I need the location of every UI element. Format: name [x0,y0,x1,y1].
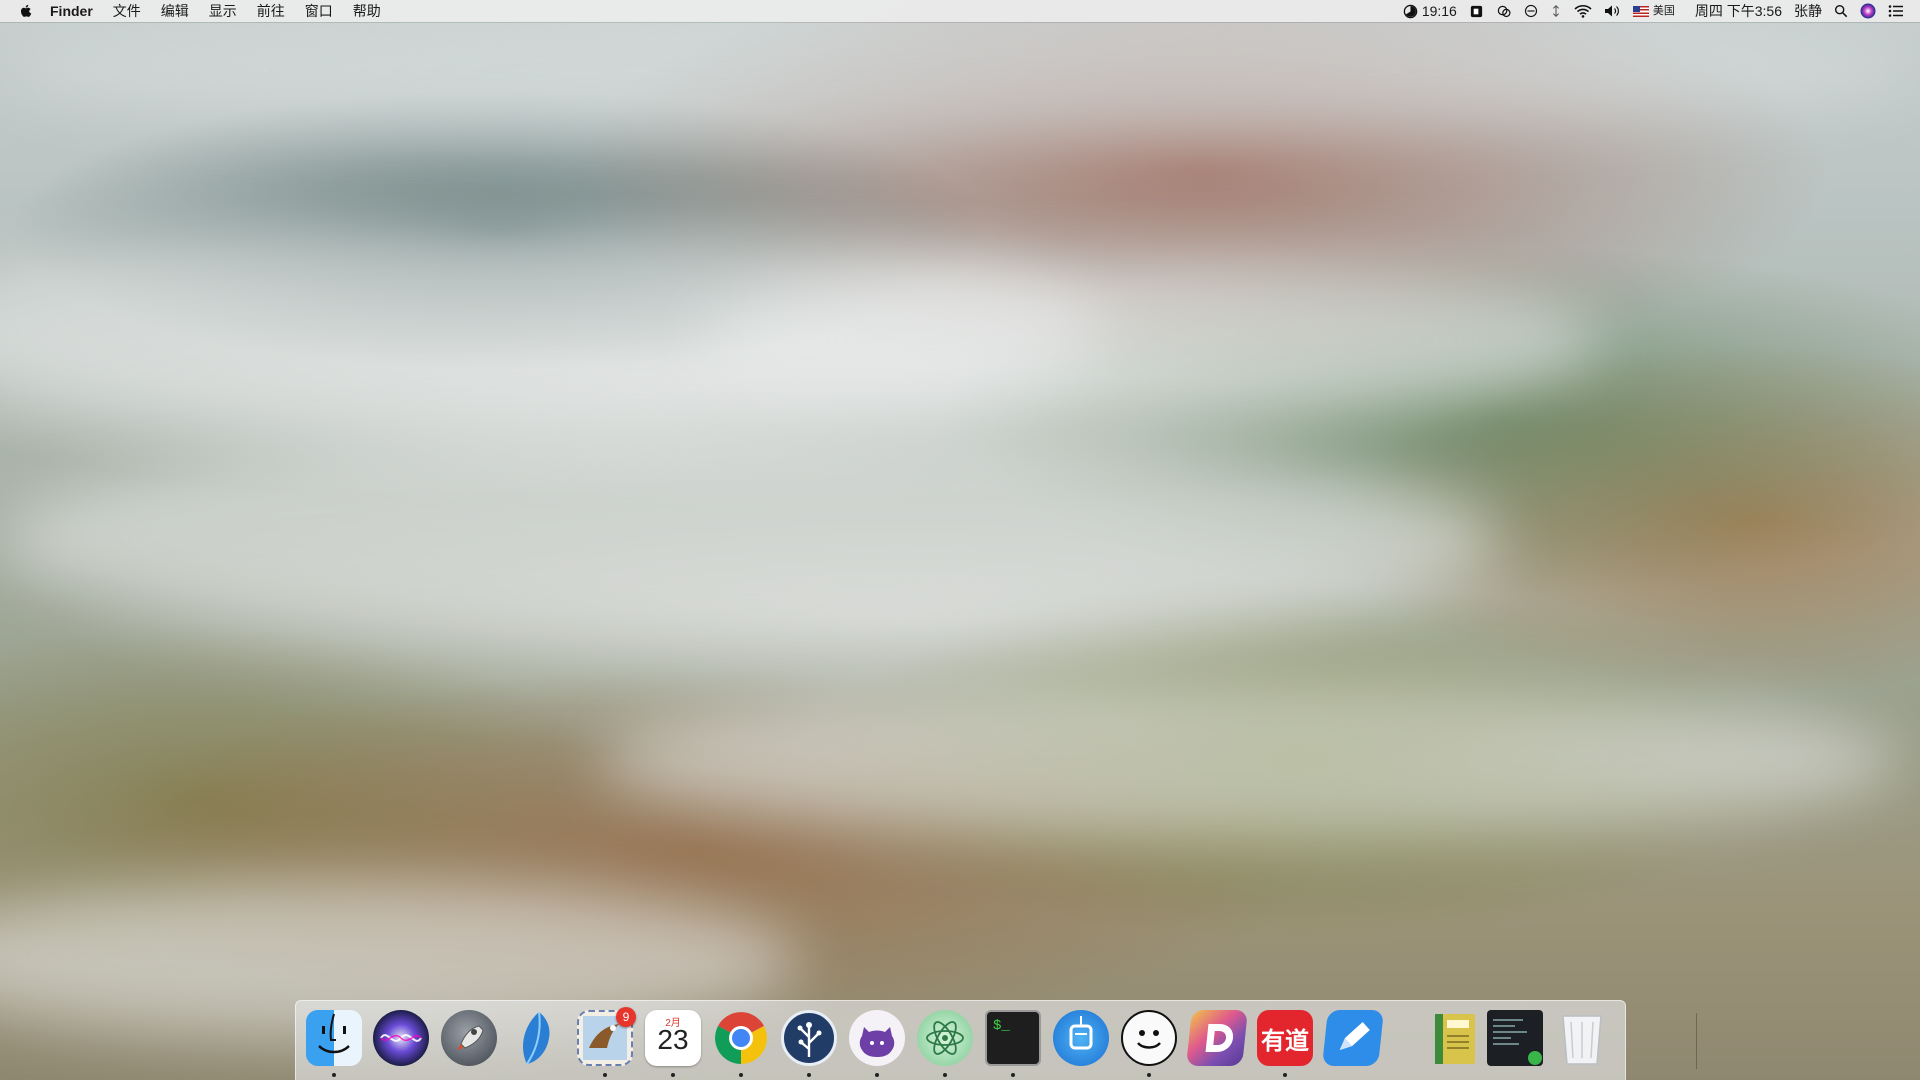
dock-item-sourcetree[interactable] [781,1010,837,1066]
status-clock-time: 19:16 [1421,3,1457,19]
status-clock-app[interactable]: 19:16 [1397,0,1463,22]
status-user[interactable]: 张静 [1788,0,1828,22]
lantern-icon [1069,1016,1093,1050]
notebook-icon [1435,1014,1475,1064]
status-datetime[interactable]: 周四 下午3:56 [1689,0,1788,22]
finder-icon [306,1010,362,1066]
search-icon [1834,4,1848,18]
status-network-monitor[interactable] [1544,0,1568,22]
dock-running-indicator [1283,1073,1287,1077]
youdao-icon: 有道 [1261,1026,1309,1055]
github-octocat-icon [859,1027,895,1057]
dock-item-trash[interactable] [1554,1010,1610,1066]
screenshot-icon [1493,1019,1542,1065]
pencil-icon [1339,1022,1370,1050]
desktop-wallpaper [0,0,1920,1080]
dock-running-indicator [943,1073,947,1077]
us-flag-icon [1632,5,1649,17]
dock-running-indicator [739,1073,743,1077]
dock-separator [1696,1013,1697,1069]
dock-item-launchpad[interactable] [441,1010,497,1066]
menu-edit[interactable]: 编辑 [151,0,199,22]
mail-unread-badge: 9 [616,1007,636,1027]
menu-help[interactable]: 帮助 [343,0,391,22]
do-not-disturb-icon [1524,4,1537,18]
status-siri[interactable] [1854,0,1882,22]
atom-icon [926,1021,964,1055]
status-evernote[interactable] [1463,0,1490,22]
sail-icon [523,1011,550,1065]
dash-icon [1205,1024,1234,1052]
dock-item-finder[interactable] [306,1010,362,1066]
dock-item-chrome[interactable] [713,1010,769,1066]
sourcetree-icon [797,1022,822,1057]
menu-file[interactable]: 文件 [103,0,151,22]
dock-item-notebook[interactable] [1426,1010,1482,1066]
status-input-source[interactable]: 美国 [1627,0,1681,22]
chrome-icon [715,1012,767,1064]
pie-timer-icon [1403,4,1418,18]
dock-running-indicator [807,1073,811,1077]
menu-view[interactable]: 显示 [199,0,247,22]
terminal-icon: $_ [993,1018,1010,1034]
trash-icon [1562,1015,1602,1065]
status-volume[interactable] [1598,0,1627,22]
list-bullets-icon [1888,5,1903,17]
apple-logo-icon[interactable] [18,3,34,19]
dock-item-github[interactable] [849,1010,905,1066]
dock-item-atom[interactable] [917,1010,973,1066]
elephant-note-icon [1470,5,1482,17]
menu-app-finder[interactable]: Finder [42,0,103,22]
dock-running-indicator [332,1073,336,1077]
dock-item-screenshot[interactable] [1487,1010,1543,1066]
input-source-label: 美国 [1652,5,1675,17]
dock-running-indicator [1147,1073,1151,1077]
menu-window[interactable]: 窗口 [295,0,343,22]
dock-item-youdao[interactable]: 有道 [1257,1010,1313,1066]
dock-running-indicator [671,1073,675,1077]
dock-item-dash[interactable] [1186,1010,1248,1066]
dock-item-calendar[interactable]: 2月 23 [645,1010,701,1066]
status-chat[interactable] [1490,0,1518,22]
dock-item-siri[interactable] [373,1010,429,1066]
menu-go[interactable]: 前往 [247,0,295,22]
calendar-day: 23 [657,1024,689,1055]
dock-running-indicator [1011,1073,1015,1077]
menu-bar: Finder 文件 编辑 显示 前往 窗口 帮助 19:16 美国 周四 下午3… [0,0,1920,22]
dock-item-terminal[interactable]: $_ [985,1010,1041,1066]
dock-item-smiley[interactable] [1121,1010,1177,1066]
smiley-face-icon [1137,1030,1161,1049]
dock-item-writer[interactable] [1322,1010,1384,1066]
status-wifi[interactable] [1568,0,1598,22]
status-notification-center[interactable] [1882,0,1910,22]
dock-item-sail[interactable] [509,1010,565,1066]
launchpad-rocket-icon [457,1025,484,1050]
siri-orb-icon [1860,3,1876,19]
network-activity-icon [1552,5,1559,17]
wifi-icon [1574,5,1592,18]
siri-icon [380,1034,422,1042]
status-dnd[interactable] [1518,0,1544,22]
speaker-volume-icon [1604,5,1619,17]
dock: 9 2月 23 $_ 有道 [295,1000,1697,1080]
dock-item-lantern[interactable] [1053,1010,1109,1066]
status-spotlight[interactable] [1828,0,1854,22]
dock-running-indicator [603,1073,607,1077]
chat-bubble-icon [1497,5,1511,17]
dock-running-indicator [875,1073,879,1077]
